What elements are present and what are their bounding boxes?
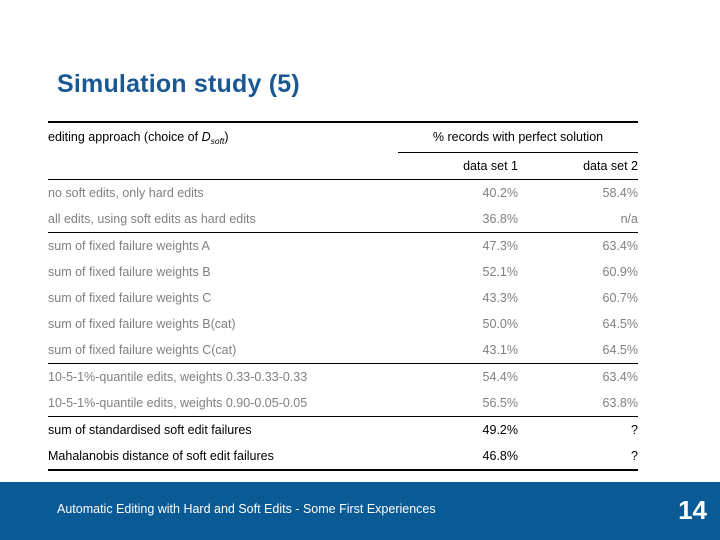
header-spacer [48,152,398,180]
row-data-set-2: 60.9% [602,264,638,279]
table-row: sum of fixed failure weights B 52.1% 60.… [48,259,638,285]
row-data-set-2: ? [518,442,638,471]
row-label: 10-5-1%-quantile edits, weights 0.33-0.3… [48,369,308,384]
row-data-set-1: 43.1% [398,336,518,364]
table-header-row-subcolumns: data set 1 data set 2 [48,152,638,180]
row-data-set-1: 43.3% [482,290,518,305]
slide-canvas: Simulation study (5) editing approach (c… [0,0,720,540]
header-data-set-1: data set 1 [398,152,518,180]
row-data-set-2: ? [631,422,638,437]
results-table: editing approach (choice of Dsoft) % rec… [48,121,638,471]
row-data-set-1: 49.2% [482,422,518,437]
header-approach-symbol-sub: soft [210,136,225,146]
page-title: Simulation study (5) [57,70,300,98]
row-data-set-2: 64.5% [518,336,638,364]
slide-number: 14 [678,495,707,525]
row-label: 10-5-1%-quantile edits, weights 0.90-0.0… [48,389,398,417]
row-label: Mahalanobis distance of soft edit failur… [48,442,398,471]
table-row: sum of fixed failure weights B(cat) 50.0… [48,311,638,337]
table-row: 10-5-1%-quantile edits, weights 0.33-0.3… [48,363,638,390]
row-label: sum of fixed failure weights C(cat) [48,336,398,364]
row-data-set-1: 47.3% [482,238,518,253]
header-approach-prefix: editing approach (choice of [48,130,202,144]
row-data-set-2: 63.4% [602,369,638,384]
row-data-set-1: 46.8% [398,442,518,471]
row-label: sum of fixed failure weights B(cat) [48,316,236,331]
row-label: sum of standardised soft edit failures [48,422,252,437]
header-approach-suffix: ) [224,130,229,144]
row-data-set-2: n/a [518,205,638,233]
row-data-set-1: 52.1% [482,264,518,279]
row-label: sum of fixed failure weights A [48,238,210,253]
table-header-row-group: editing approach (choice of Dsoft) % rec… [48,121,638,153]
row-label: all edits, using soft edits as hard edit… [48,205,398,233]
row-data-set-2: 60.7% [602,290,638,305]
table-row: sum of fixed failure weights C 43.3% 60.… [48,285,638,311]
footer-title: Automatic Editing with Hard and Soft Edi… [57,502,436,516]
row-data-set-2: 58.4% [602,185,638,200]
table-row: Mahalanobis distance of soft edit failur… [48,442,638,471]
row-data-set-1: 50.0% [482,316,518,331]
header-approach-symbol-base: D [201,130,211,144]
results-table-container: editing approach (choice of Dsoft) % rec… [48,121,638,471]
table-row: sum of standardised soft edit failures 4… [48,416,638,443]
table-row: no soft edits, only hard edits 40.2% 58.… [48,179,638,206]
table-row: 10-5-1%-quantile edits, weights 0.90-0.0… [48,389,638,417]
row-data-set-1: 36.8% [398,205,518,233]
header-editing-approach: editing approach (choice of Dsoft) [48,121,398,152]
row-label: sum of fixed failure weights B [48,264,211,279]
header-group-perfect-solution: % records with perfect solution [398,121,638,153]
row-data-set-2: 63.4% [602,238,638,253]
row-data-set-1: 56.5% [398,389,518,417]
row-data-set-1: 40.2% [482,185,518,200]
table-row: sum of fixed failure weights C(cat) 43.1… [48,336,638,364]
header-data-set-2: data set 2 [518,152,638,180]
row-data-set-1: 54.4% [482,369,518,384]
row-label: sum of fixed failure weights C [48,290,212,305]
row-label: no soft edits, only hard edits [48,185,204,200]
header-approach-symbol: Dsoft [201,130,225,146]
table-row: all edits, using soft edits as hard edit… [48,205,638,233]
table-row: sum of fixed failure weights A 47.3% 63.… [48,232,638,259]
row-data-set-2: 64.5% [602,316,638,331]
row-data-set-2: 63.8% [518,389,638,417]
